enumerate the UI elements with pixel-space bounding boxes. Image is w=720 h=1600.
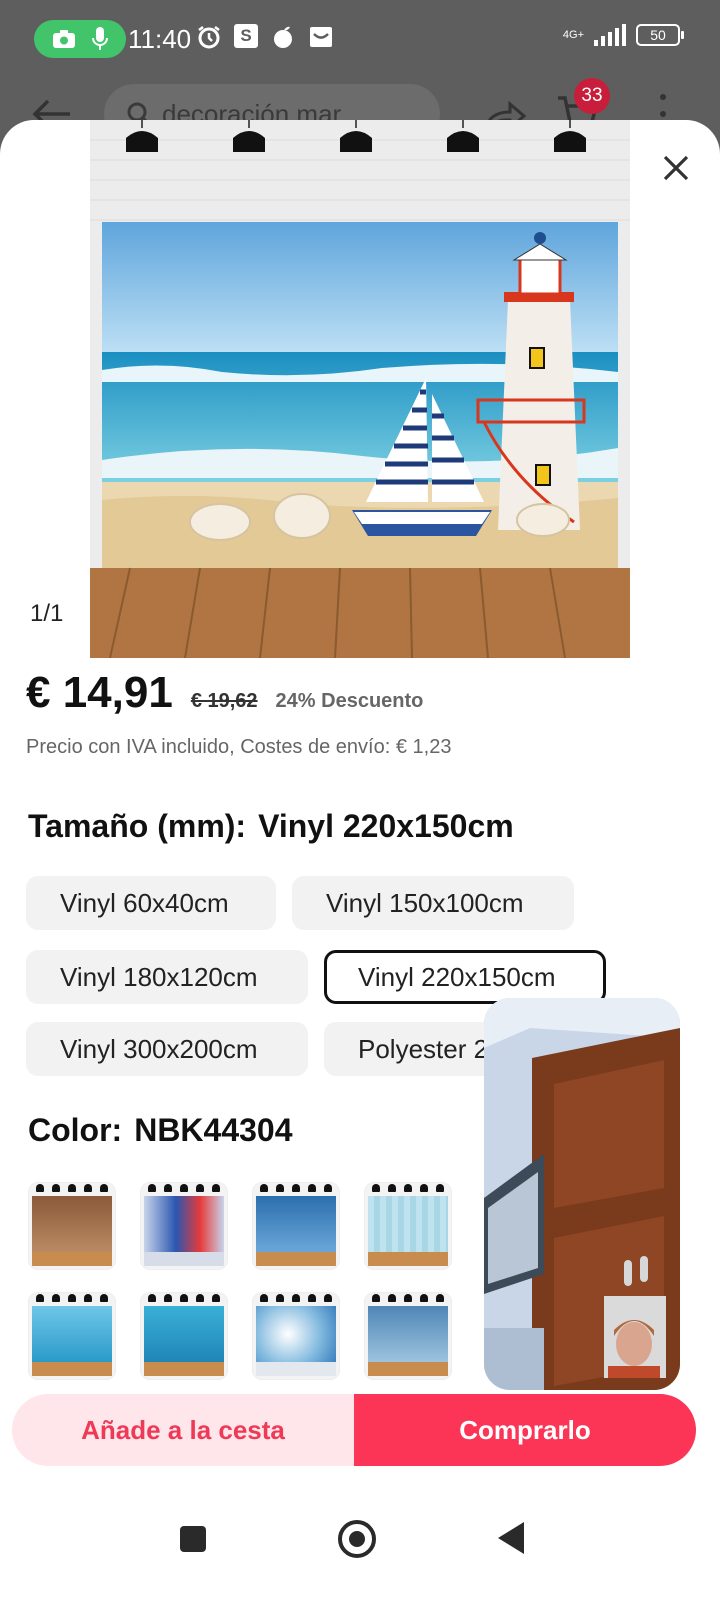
alarm-icon <box>198 26 220 49</box>
color-swatch[interactable] <box>28 1182 116 1270</box>
battery-icon: 50 <box>636 24 684 46</box>
size-selected-value: Vinyl 220x150cm <box>258 808 514 844</box>
product-image[interactable] <box>90 120 630 658</box>
buy-now-button[interactable]: Comprarlo <box>354 1394 696 1466</box>
home-icon[interactable] <box>338 1520 376 1558</box>
color-swatch[interactable] <box>252 1292 340 1380</box>
network-type: 4G+ <box>562 29 584 41</box>
close-button[interactable] <box>652 144 700 192</box>
color-heading: Color: NBK44304 <box>28 1112 293 1149</box>
recent-apps-icon[interactable] <box>180 1526 206 1552</box>
size-option-300x200[interactable]: Vinyl 300x200cm <box>26 1022 308 1076</box>
color-swatch[interactable] <box>364 1182 452 1270</box>
recording-indicator[interactable] <box>34 20 126 58</box>
discount-label: 24% Descuento <box>275 690 424 712</box>
size-option-180x120[interactable]: Vinyl 180x120cm <box>26 950 308 1004</box>
status-time: 11:40 <box>128 24 192 54</box>
color-swatch[interactable] <box>28 1292 116 1380</box>
cart-count-badge: 33 <box>574 78 610 114</box>
status-bar: 11:40 S 4G+ 50 <box>0 0 720 84</box>
color-selected-value: NBK44304 <box>134 1112 293 1148</box>
size-heading: Tamaño (mm): Vinyl 220x150cm <box>28 808 514 845</box>
color-swatch[interactable] <box>140 1292 228 1380</box>
image-counter: 1/1 <box>30 600 64 627</box>
color-swatch[interactable] <box>140 1182 228 1270</box>
size-label: Tamaño (mm): <box>28 808 247 844</box>
tax-shipping-note: Precio con IVA incluido, Costes de envío… <box>26 736 452 758</box>
original-price: € 19,62 <box>190 690 258 712</box>
back-icon[interactable] <box>498 1522 524 1554</box>
microphone-icon <box>91 27 108 50</box>
camera-icon <box>52 30 75 48</box>
color-swatch[interactable] <box>252 1182 340 1270</box>
self-view-video[interactable] <box>604 1296 666 1378</box>
size-option-60x40[interactable]: Vinyl 60x40cm <box>26 876 276 930</box>
size-option-220x150[interactable]: Vinyl 220x150cm <box>324 950 606 1004</box>
system-indicators: 4G+ 50 <box>562 24 684 46</box>
apple-icon <box>274 26 292 48</box>
current-price: € 14,91 <box>26 668 173 717</box>
mail-icon <box>310 27 332 47</box>
notification-icons: S <box>196 24 334 50</box>
add-to-cart-button[interactable]: Añade a la cesta <box>12 1394 354 1466</box>
signal-icon <box>594 24 626 46</box>
price-row: € 14,91 € 19,62 24% Descuento <box>26 668 423 718</box>
color-swatch[interactable] <box>364 1292 452 1380</box>
size-option-150x100[interactable]: Vinyl 150x100cm <box>292 876 574 930</box>
system-navigation-bar <box>0 1488 720 1600</box>
close-icon <box>663 155 689 181</box>
s-app-icon: S <box>234 24 258 48</box>
color-label: Color: <box>28 1112 123 1148</box>
